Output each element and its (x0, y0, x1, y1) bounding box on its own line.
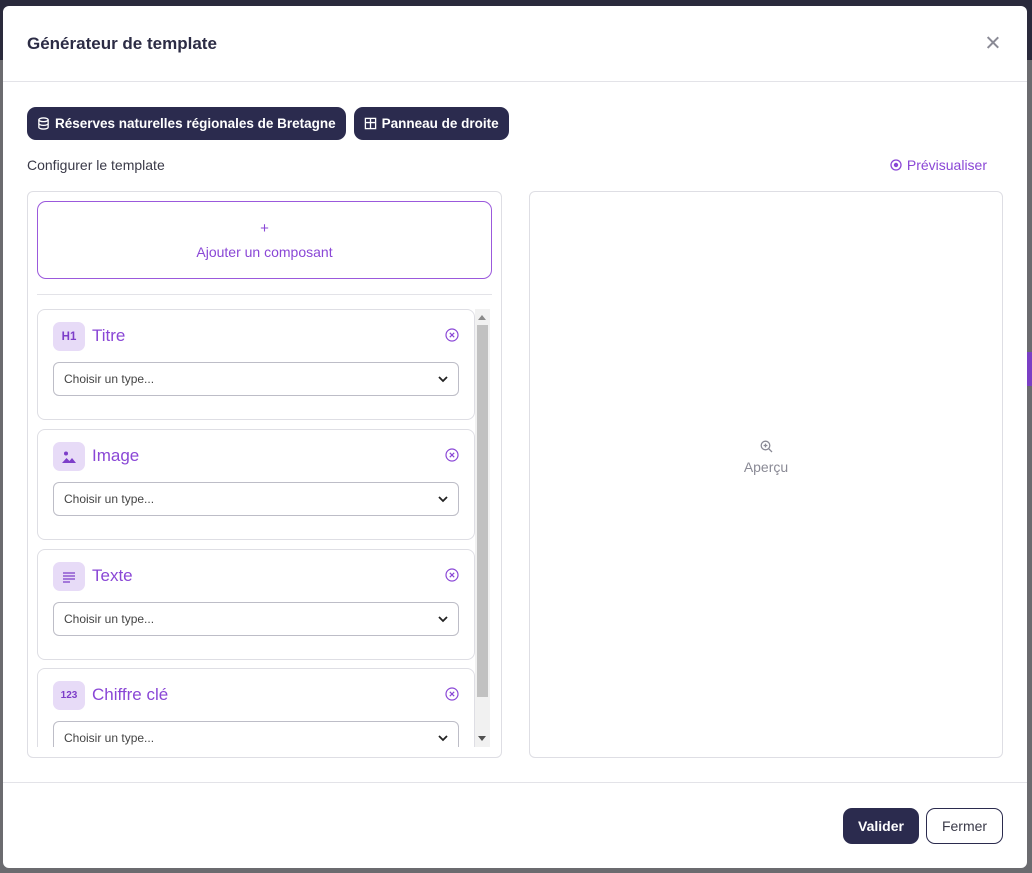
preview-label: Aperçu (743, 459, 789, 475)
preview-panel: Aperçu (529, 191, 1003, 758)
select-value: Choisir un type... (64, 492, 155, 506)
component-type-select[interactable]: Choisir un type... (53, 362, 459, 396)
eye-circle-icon (890, 159, 902, 171)
select-value: Choisir un type... (64, 612, 155, 626)
component-name: Titre (92, 326, 126, 345)
remove-circle-icon[interactable] (445, 568, 459, 582)
components-panel: + Ajouter un composant H1 Titre Choisir … (27, 191, 502, 758)
select-value: Choisir un type... (64, 731, 155, 745)
scroll-down-arrow-icon[interactable] (478, 736, 486, 741)
number-icon: 123 (53, 681, 85, 710)
preview-link[interactable]: Prévisualiser (890, 157, 987, 173)
template-generator-modal: Générateur de template Réserves naturell… (3, 6, 1027, 868)
chevron-down-icon (438, 495, 448, 502)
chip-label: Panneau de droite (381, 116, 499, 131)
remove-circle-icon[interactable] (445, 687, 459, 701)
component-card-image: Image Choisir un type... (37, 429, 475, 540)
plus-icon: + (260, 219, 269, 237)
component-type-select[interactable]: Choisir un type... (53, 482, 459, 516)
image-icon (53, 442, 85, 471)
source-chips: Réserves naturelles régionales de Bretag… (27, 107, 509, 140)
preview-placeholder: Aperçu (530, 440, 1002, 475)
add-component-button[interactable]: + Ajouter un composant (37, 201, 492, 279)
remove-circle-icon[interactable] (445, 328, 459, 342)
remove-circle-icon[interactable] (445, 448, 459, 462)
component-type-select[interactable]: Choisir un type... (53, 602, 459, 636)
layout-panel-icon (364, 117, 376, 130)
component-type-select[interactable]: Choisir un type... (53, 721, 459, 747)
chevron-down-icon (438, 375, 448, 382)
heading-icon: H1 (53, 322, 85, 351)
scroll-up-arrow-icon[interactable] (478, 315, 486, 320)
chip-data-source[interactable]: Réserves naturelles régionales de Bretag… (27, 107, 346, 140)
component-list: H1 Titre Choisir un type... Image Choisi… (37, 309, 492, 747)
add-component-label: Ajouter un composant (196, 243, 333, 260)
modal-header: Générateur de template (3, 6, 1027, 82)
preview-link-label: Prévisualiser (906, 157, 987, 173)
close-button[interactable]: Fermer (926, 808, 1003, 844)
close-icon[interactable] (983, 33, 1003, 53)
text-lines-icon (53, 562, 85, 591)
component-card-texte: Texte Choisir un type... (37, 549, 475, 660)
chevron-down-icon (438, 615, 448, 622)
modal-title: Générateur de template (27, 33, 217, 53)
configure-template-label: Configurer le template (27, 157, 165, 173)
scrollbar-thumb[interactable] (477, 325, 488, 697)
component-name: Chiffre clé (92, 685, 169, 704)
modal-footer-divider (3, 782, 1027, 783)
component-list-scrollbar[interactable] (475, 309, 490, 747)
select-value: Choisir un type... (64, 372, 155, 386)
component-card-chiffre-cle: 123 Chiffre clé Choisir un type... (37, 668, 475, 747)
chip-label: Réserves naturelles régionales de Bretag… (55, 116, 336, 131)
database-icon (38, 117, 49, 130)
validate-button[interactable]: Valider (843, 808, 919, 844)
component-name: Image (92, 446, 140, 465)
component-card-titre: H1 Titre Choisir un type... (37, 309, 475, 420)
divider (37, 294, 492, 295)
zoom-in-icon (760, 440, 772, 453)
chip-layout[interactable]: Panneau de droite (353, 107, 509, 140)
component-name: Texte (92, 566, 133, 585)
chevron-down-icon (438, 734, 448, 741)
